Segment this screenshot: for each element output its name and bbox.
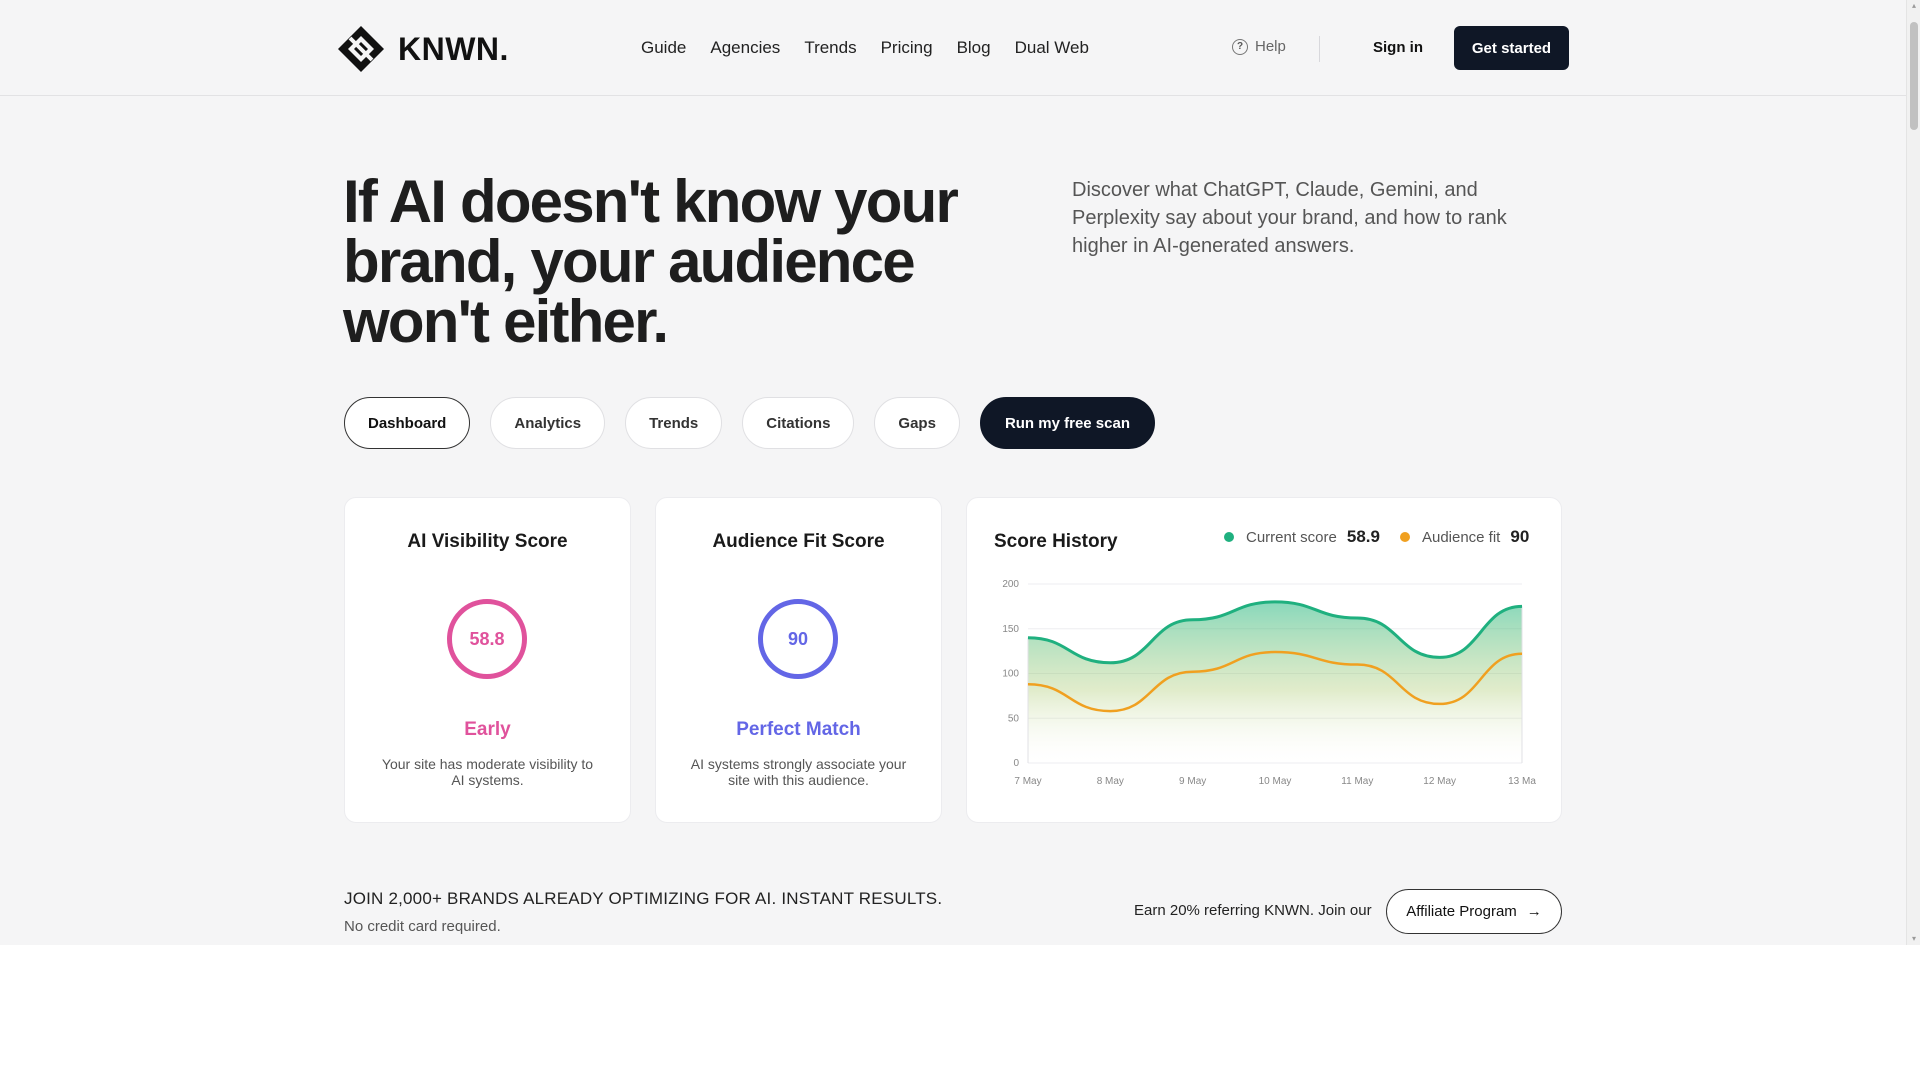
join-brands-text: JOIN 2,000+ BRANDS ALREADY OPTIMIZING FO… bbox=[344, 889, 943, 908]
referral-text: Earn 20% referring KNWN. Join our bbox=[1134, 902, 1372, 919]
main-nav: Guide Agencies Trends Pricing Blog Dual … bbox=[641, 38, 1089, 58]
hero-subtitle: Discover what ChatGPT, Claude, Gemini, a… bbox=[1072, 179, 1507, 257]
nav-link-blog[interactable]: Blog bbox=[957, 38, 991, 58]
audience-description: AI systems strongly associate your site … bbox=[690, 756, 907, 788]
y-tick-label: 200 bbox=[1002, 579, 1019, 590]
x-tick-label: 10 May bbox=[1259, 776, 1292, 787]
brand-name: KNWN. bbox=[398, 30, 509, 67]
affiliate-program-button[interactable]: Affiliate Program → bbox=[1386, 889, 1562, 934]
tab-trends[interactable]: Trends bbox=[625, 397, 723, 449]
run-free-scan-button[interactable]: Run my free scan bbox=[979, 397, 1155, 449]
audience-fit-card: Audience Fit Score 90 Perfect Match AI s… bbox=[655, 497, 942, 823]
y-tick-label: 0 bbox=[1013, 758, 1019, 769]
visibility-score-ring: 58.8 bbox=[447, 599, 527, 679]
sign-in-link[interactable]: Sign in bbox=[1373, 39, 1423, 56]
visibility-label: Early bbox=[464, 719, 511, 740]
affiliate-label: Affiliate Program bbox=[1406, 903, 1517, 920]
visibility-description: Your site has moderate visibility to AI … bbox=[381, 756, 594, 788]
score-history-chart: 0 50 100 150 200 7 May 8 May 9 May 10 May 11 May 1… bbox=[1002, 579, 1536, 787]
tab-analytics[interactable]: Analytics bbox=[490, 397, 606, 449]
view-tabs: Dashboard Analytics Trends Citations Gap… bbox=[344, 397, 1155, 449]
card-title: Audience Fit Score bbox=[712, 531, 885, 552]
score-history-card: Score History Current score 58.9 Audienc… bbox=[966, 497, 1562, 823]
site-header: KNWN. Guide Agencies Trends Pricing Blog… bbox=[0, 0, 1906, 96]
nav-link-pricing[interactable]: Pricing bbox=[881, 38, 933, 58]
page-viewport: KNWN. Guide Agencies Trends Pricing Blog… bbox=[0, 0, 1906, 945]
x-tick-label: 7 May bbox=[1014, 776, 1041, 787]
visibility-score-value: 58.8 bbox=[469, 628, 505, 649]
x-tick-label: 11 May bbox=[1341, 776, 1373, 787]
nav-link-agencies[interactable]: Agencies bbox=[710, 38, 780, 58]
area-fill bbox=[1028, 601, 1522, 763]
vertical-scrollbar[interactable]: ▴ ▾ bbox=[1906, 0, 1920, 945]
knwn-logo-icon bbox=[338, 26, 384, 72]
nav-link-dual-web[interactable]: Dual Web bbox=[1015, 38, 1089, 58]
tab-gaps[interactable]: Gaps bbox=[874, 397, 960, 449]
x-tick-label: 8 May bbox=[1097, 776, 1124, 787]
audience-label: Perfect Match bbox=[736, 719, 861, 740]
nav-link-trends[interactable]: Trends bbox=[804, 38, 856, 58]
tab-dashboard[interactable]: Dashboard bbox=[344, 397, 471, 449]
x-tick-label: 12 May bbox=[1423, 776, 1456, 787]
audience-score-ring: 90 bbox=[758, 599, 838, 679]
tab-citations[interactable]: Citations bbox=[742, 397, 855, 449]
y-tick-label: 150 bbox=[1002, 624, 1019, 635]
hero-title: If AI doesn't know your brand, your audi… bbox=[343, 168, 959, 355]
help-circle-icon: ? bbox=[1232, 38, 1248, 55]
help-link[interactable]: ? Help bbox=[1232, 38, 1286, 55]
y-tick-label: 50 bbox=[1008, 713, 1020, 724]
header-divider bbox=[1319, 36, 1320, 62]
card-title: AI Visibility Score bbox=[407, 531, 568, 552]
logo[interactable]: KNWN. bbox=[336, 24, 509, 74]
nav-link-guide[interactable]: Guide bbox=[641, 38, 686, 58]
no-credit-card-text: No credit card required. bbox=[344, 918, 501, 935]
x-tick-label: 13 Ma bbox=[1508, 776, 1536, 787]
scroll-down-icon[interactable]: ▾ bbox=[1910, 935, 1918, 943]
help-label: Help bbox=[1255, 38, 1286, 55]
scroll-up-icon[interactable]: ▴ bbox=[1910, 2, 1918, 10]
get-started-button[interactable]: Get started bbox=[1454, 26, 1569, 70]
y-tick-label: 100 bbox=[1002, 669, 1019, 680]
x-tick-label: 9 May bbox=[1179, 776, 1206, 787]
ai-visibility-card: AI Visibility Score 58.8 Early Your site… bbox=[344, 497, 631, 823]
scrollbar-thumb[interactable] bbox=[1910, 22, 1918, 130]
arrow-right-icon: → bbox=[1526, 903, 1542, 920]
audience-score-value: 90 bbox=[787, 628, 809, 649]
